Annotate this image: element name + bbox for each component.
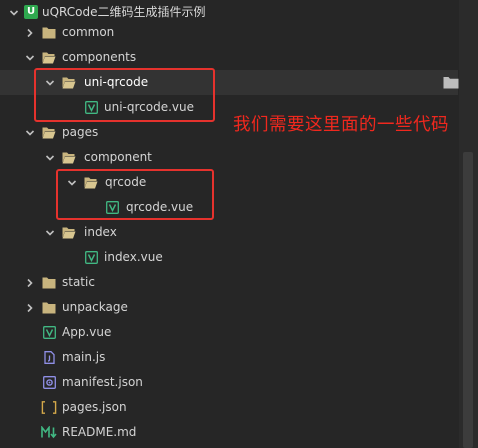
tree-item-readme-md[interactable]: README.md bbox=[0, 420, 458, 445]
tree-item-label: unpackage bbox=[62, 300, 128, 314]
tree-item-label: index bbox=[84, 225, 117, 239]
tree-item-static[interactable]: static bbox=[0, 270, 458, 295]
tree-item-label: common bbox=[62, 25, 115, 39]
tree-item-label: README.md bbox=[62, 425, 137, 439]
tree-item-label: index.vue bbox=[104, 250, 163, 264]
tree-item-uni-qrcode[interactable]: uni-qrcode bbox=[0, 70, 458, 95]
chevron-down-icon[interactable] bbox=[44, 70, 56, 95]
tree-item-label: component bbox=[84, 150, 152, 164]
tree-item-label: manifest.json bbox=[62, 375, 143, 389]
markdown-file-icon bbox=[41, 426, 58, 439]
folder-open-icon bbox=[62, 151, 76, 164]
folder-icon bbox=[42, 301, 56, 314]
tree-item-label: main.js bbox=[62, 350, 106, 364]
tree-item-pages-json[interactable]: pages.json bbox=[0, 395, 458, 420]
tree-item-qrcode[interactable]: qrcode bbox=[0, 170, 458, 195]
tree-item-component[interactable]: component bbox=[0, 145, 458, 170]
vue-file-icon bbox=[106, 201, 120, 214]
folder-icon bbox=[42, 276, 56, 289]
tree-item-index[interactable]: index bbox=[0, 220, 458, 245]
tree-item-qrcode-vue[interactable]: qrcode.vue bbox=[0, 195, 458, 220]
vue-file-icon bbox=[85, 251, 99, 264]
vertical-scrollbar[interactable] bbox=[459, 0, 478, 448]
vue-file-icon bbox=[85, 101, 99, 114]
project-badge-icon: U bbox=[24, 5, 38, 19]
folder-open-icon bbox=[42, 51, 56, 64]
vue-file-icon bbox=[43, 326, 57, 339]
json-file-icon bbox=[41, 401, 57, 414]
tree-item-app-vue[interactable]: App.vue bbox=[0, 320, 458, 345]
chevron-down-icon[interactable] bbox=[44, 145, 56, 170]
tree-item-index-vue[interactable]: index.vue bbox=[0, 245, 458, 270]
tree-item-label: qrcode.vue bbox=[126, 200, 194, 214]
chevron-down-icon[interactable] bbox=[44, 220, 56, 245]
annotation-text: 我们需要这里面的一些代码 bbox=[233, 115, 449, 135]
chevron-right-icon[interactable] bbox=[24, 295, 36, 320]
folder-action-icon[interactable] bbox=[443, 76, 459, 89]
tree-item-components[interactable]: components bbox=[0, 45, 458, 70]
tree-item-label: uni-qrcode.vue bbox=[104, 100, 195, 114]
gear-icon bbox=[43, 376, 57, 389]
folder-open-icon bbox=[62, 76, 76, 89]
tree-item-label: uni-qrcode bbox=[84, 75, 149, 89]
tree-item-unpackage[interactable]: unpackage bbox=[0, 295, 458, 320]
folder-icon bbox=[42, 26, 56, 39]
tree-item-manifest-json[interactable]: manifest.json bbox=[0, 370, 458, 395]
chevron-right-icon[interactable] bbox=[24, 20, 36, 45]
chevron-down-icon[interactable] bbox=[24, 120, 36, 145]
tree-item-main-js[interactable]: main.js bbox=[0, 345, 458, 370]
tree-item-label: App.vue bbox=[62, 325, 112, 339]
folder-open-icon bbox=[84, 176, 98, 189]
tree-item-label: pages bbox=[62, 125, 99, 139]
tree-item-label: static bbox=[62, 275, 95, 289]
chevron-right-icon[interactable] bbox=[24, 270, 36, 295]
tree-item-common[interactable]: common bbox=[0, 20, 458, 45]
chevron-down-icon[interactable] bbox=[66, 170, 78, 195]
tree-item-label: pages.json bbox=[62, 400, 127, 414]
chevron-down-icon[interactable] bbox=[24, 45, 36, 70]
tree-item-label: qrcode bbox=[105, 175, 147, 189]
folder-open-icon bbox=[62, 226, 76, 239]
folder-open-icon bbox=[42, 126, 56, 139]
file-explorer-tree: U uQRCode二维码生成插件示例 common components uni… bbox=[0, 0, 458, 448]
scrollbar-thumb[interactable] bbox=[463, 152, 473, 448]
js-file-icon bbox=[43, 351, 57, 364]
tree-item-label: components bbox=[62, 50, 137, 64]
